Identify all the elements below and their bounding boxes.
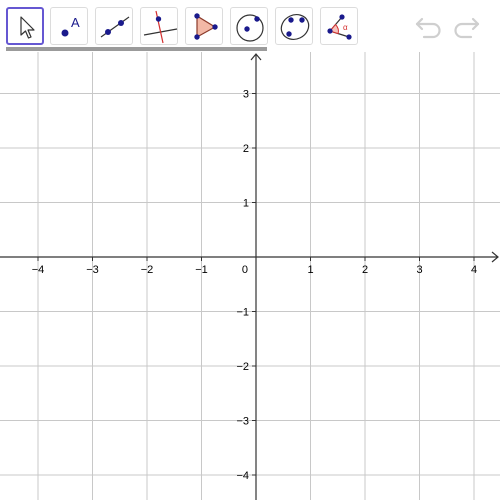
arrow-pointer-icon bbox=[20, 16, 35, 39]
axes bbox=[0, 38, 499, 500]
redo-icon bbox=[454, 17, 480, 39]
origin-label: 0 bbox=[242, 264, 248, 276]
x-tick-label-1: 1 bbox=[307, 264, 313, 276]
redo-button[interactable] bbox=[450, 12, 482, 40]
x-tick-label-neg4: −4 bbox=[32, 264, 45, 276]
x-tick-label-neg1: −1 bbox=[195, 264, 208, 276]
y-tick-label-3: 3 bbox=[243, 89, 249, 101]
geogebra-app: A α −4 −3 −2 −1 0 1 2 3 4 3 2 1 −1 −2 −3… bbox=[0, 0, 500, 500]
circle-through-three-points-icon bbox=[280, 14, 310, 40]
undo-icon bbox=[415, 17, 441, 39]
coordinate-plane[interactable]: −4 −3 −2 −1 0 1 2 3 4 3 2 1 −1 −2 −3 −4 bbox=[0, 38, 500, 500]
circle-tool-button[interactable] bbox=[230, 7, 268, 45]
y-tick-label-neg2: −2 bbox=[236, 361, 249, 373]
graphics-view[interactable]: −4 −3 −2 −1 0 1 2 3 4 3 2 1 −1 −2 −3 −4 bbox=[0, 38, 500, 500]
x-tick-label-2: 2 bbox=[362, 264, 368, 276]
line-through-two-points-icon bbox=[100, 16, 130, 38]
point-tool-letter: A bbox=[71, 15, 80, 30]
grid bbox=[0, 52, 500, 500]
y-tick-label-2: 2 bbox=[243, 143, 249, 155]
toolbar: A α bbox=[0, 0, 500, 52]
y-tick-label-neg4: −4 bbox=[236, 470, 249, 482]
circle-through-three-points-tool-button[interactable] bbox=[275, 7, 313, 45]
circle-with-center-icon bbox=[236, 14, 264, 42]
undo-button[interactable] bbox=[413, 12, 445, 40]
x-tick-label-3: 3 bbox=[416, 264, 422, 276]
point-tool-button[interactable]: A bbox=[50, 7, 88, 45]
x-tick-label-4: 4 bbox=[471, 264, 477, 276]
x-tick-label-neg3: −3 bbox=[86, 264, 99, 276]
toolbar-resize-handle[interactable] bbox=[6, 47, 267, 51]
move-tool-button[interactable] bbox=[6, 7, 44, 45]
point-icon: A bbox=[61, 15, 80, 37]
angle-tool-button[interactable]: α bbox=[320, 7, 358, 45]
angle-icon: α bbox=[327, 14, 352, 40]
polygon-icon bbox=[194, 13, 218, 40]
angle-tool-letter: α bbox=[343, 23, 348, 32]
perpendicular-line-tool-button[interactable] bbox=[140, 7, 178, 45]
x-tick-label-neg2: −2 bbox=[141, 264, 154, 276]
polygon-tool-button[interactable] bbox=[185, 7, 223, 45]
perpendicular-line-icon bbox=[143, 10, 178, 44]
y-tick-label-neg1: −1 bbox=[236, 307, 249, 319]
line-tool-button[interactable] bbox=[95, 7, 133, 45]
y-tick-label-neg3: −3 bbox=[236, 416, 249, 428]
y-tick-label-1: 1 bbox=[243, 198, 249, 210]
x-axis-tick-labels: −4 −3 −2 −1 0 1 2 3 4 bbox=[32, 264, 477, 276]
